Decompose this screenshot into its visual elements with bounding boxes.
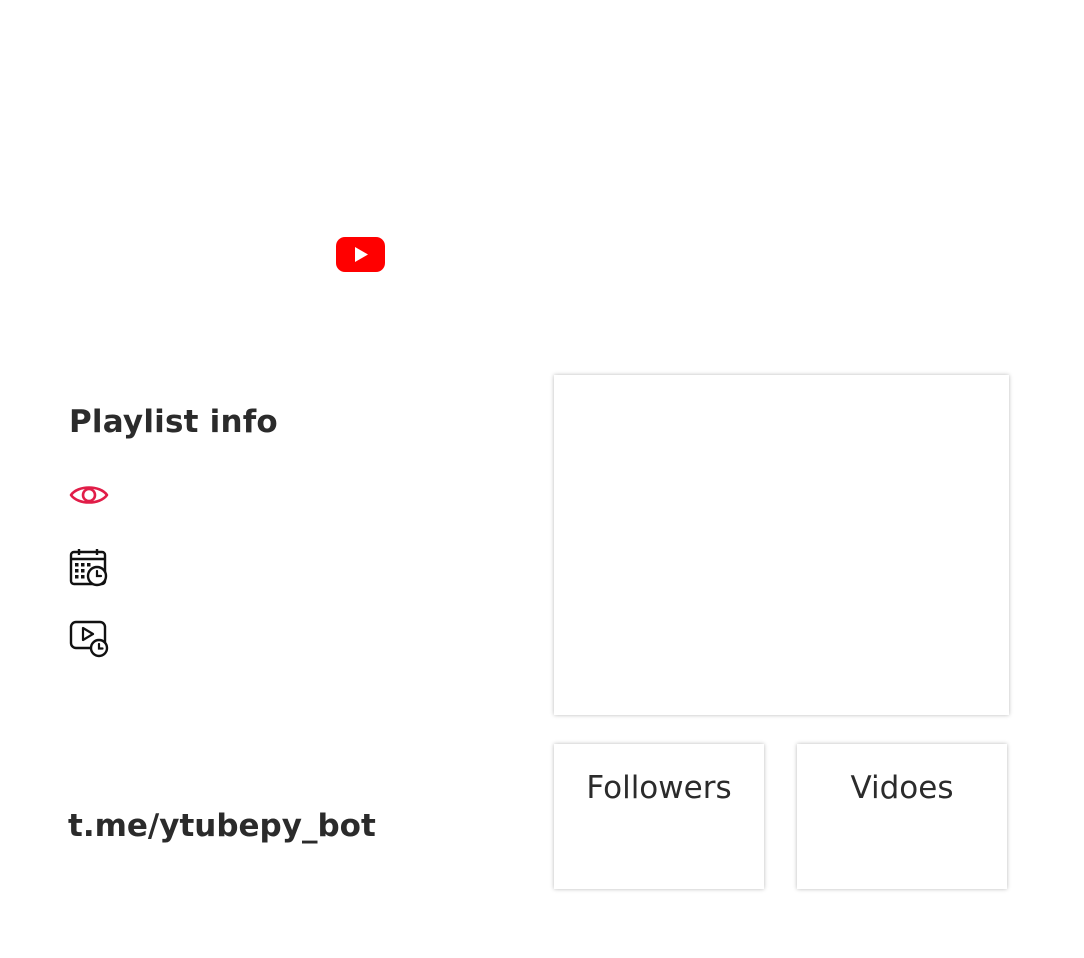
eye-icon — [69, 486, 109, 504]
videos-card: Vidoes — [797, 744, 1007, 889]
playlist-info-title: Playlist info — [69, 404, 278, 440]
playlist-thumbnail-card — [554, 375, 1009, 715]
calendar-clock-icon — [69, 549, 108, 587]
followers-card: Followers — [554, 744, 764, 889]
youtube-play-icon — [336, 237, 385, 272]
followers-label: Followers — [586, 770, 732, 806]
video-clock-icon — [69, 620, 109, 658]
videos-label: Vidoes — [850, 770, 954, 806]
bot-link[interactable]: t.me/ytubepy_bot — [68, 808, 376, 844]
